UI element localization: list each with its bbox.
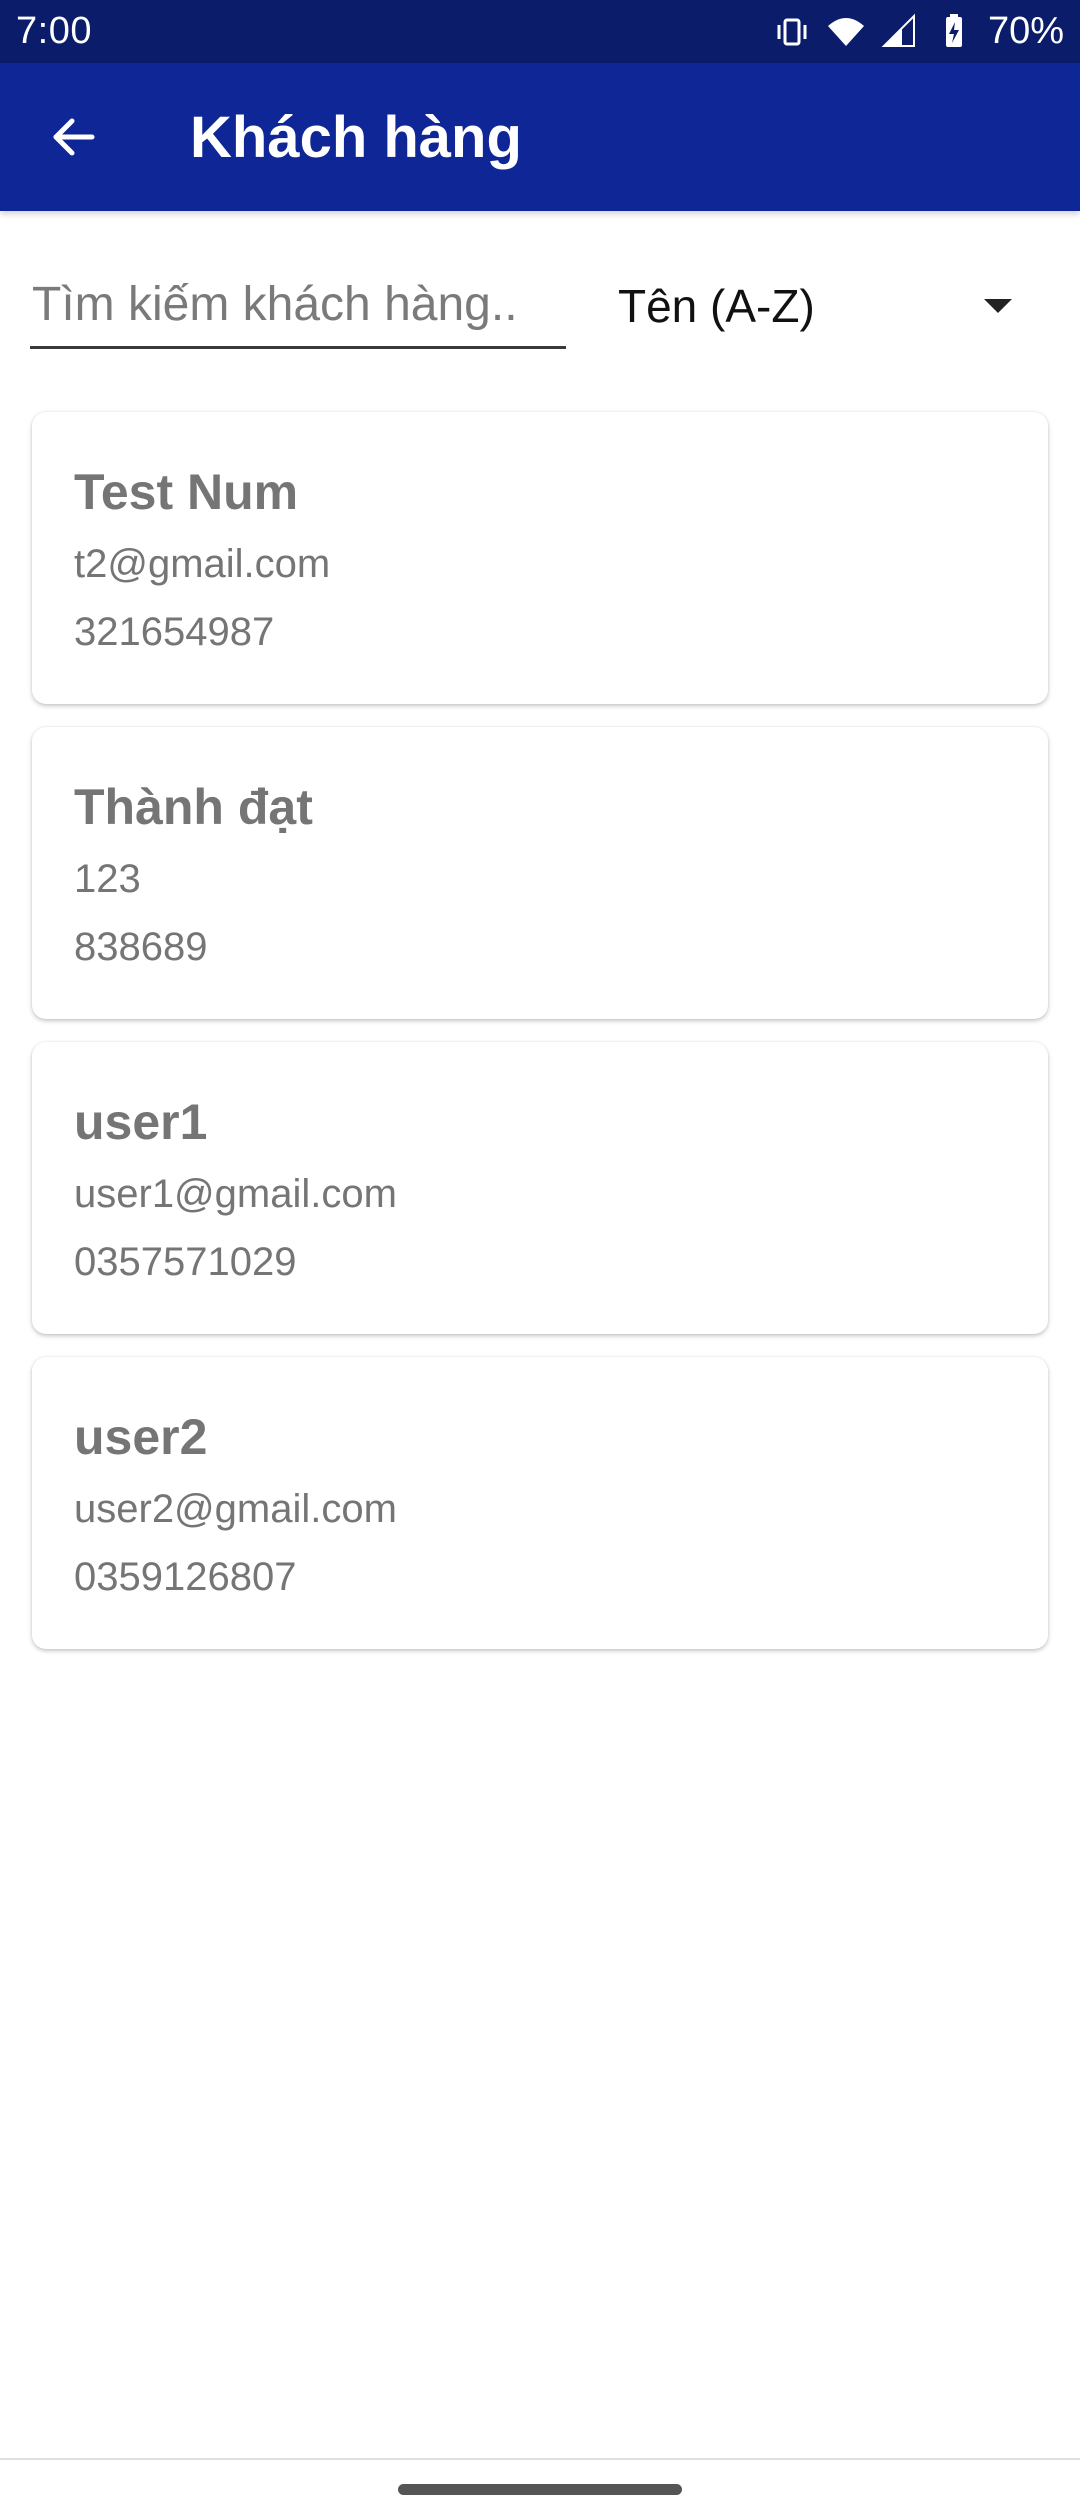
customer-card[interactable]: Test Num t2@gmail.com 321654987 <box>32 412 1048 704</box>
customer-phone: 321654987 <box>74 610 275 654</box>
sort-selected-label: Tên (A-Z) <box>618 280 815 332</box>
customer-name: Thành đạt <box>74 779 313 835</box>
customer-list: Test Num t2@gmail.com 321654987 Thành đạ… <box>32 412 1048 1672</box>
customer-name: user1 <box>74 1094 208 1150</box>
sort-dropdown[interactable]: Tên (A-Z) <box>618 263 1030 349</box>
battery-percent: 70% <box>987 10 1064 52</box>
status-icons: 70% <box>772 10 1064 53</box>
vibrate-icon <box>772 12 812 52</box>
customer-name: Test Num <box>74 464 299 520</box>
customer-phone: 0357571029 <box>74 1240 297 1284</box>
arrow-back-icon <box>53 118 95 156</box>
customer-phone: 838689 <box>74 925 208 969</box>
customer-phone: 0359126807 <box>74 1555 297 1599</box>
customer-card[interactable]: user2 user2@gmail.com 0359126807 <box>32 1357 1048 1649</box>
wifi-icon <box>826 12 866 52</box>
customer-email: user2@gmail.com <box>74 1487 397 1531</box>
app-bar: Khách hàng <box>0 63 1080 211</box>
customer-email: t2@gmail.com <box>74 542 331 586</box>
cell-signal-icon <box>880 12 920 52</box>
search-sort-row: Tên (A-Z) <box>0 211 1080 391</box>
status-bar: 7:00 70% <box>0 0 1080 63</box>
search-input[interactable] <box>30 263 566 349</box>
customer-card[interactable]: Thành đạt 123 838689 <box>32 727 1048 1019</box>
status-time: 7:00 <box>16 10 92 52</box>
battery-icon <box>934 12 974 52</box>
bottom-divider <box>0 2458 1080 2460</box>
customer-name: user2 <box>74 1409 208 1465</box>
customer-email: 123 <box>74 857 141 901</box>
home-indicator[interactable] <box>398 2484 682 2495</box>
back-button[interactable] <box>0 63 148 211</box>
dropdown-arrow-icon <box>984 299 1012 313</box>
customer-email: user1@gmail.com <box>74 1172 397 1216</box>
customer-card[interactable]: user1 user1@gmail.com 0357571029 <box>32 1042 1048 1334</box>
page-title: Khách hàng <box>190 104 522 170</box>
